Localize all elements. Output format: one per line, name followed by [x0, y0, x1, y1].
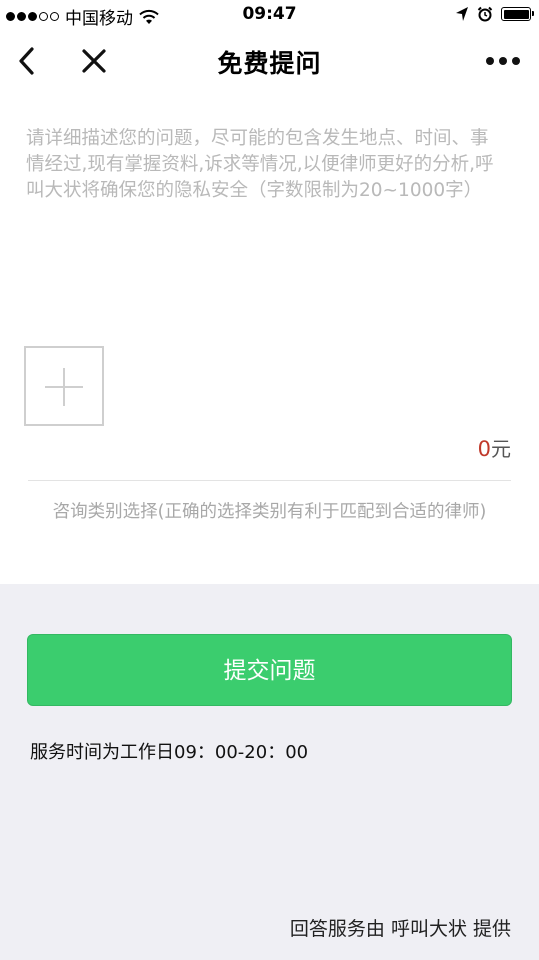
location-arrow-icon — [456, 7, 468, 21]
submit-question-button[interactable]: 提交问题 — [27, 634, 512, 706]
alarm-icon — [477, 6, 493, 22]
add-image-button[interactable] — [24, 346, 104, 426]
question-form: 0元 咨询类别选择(正确的选择类别有利于匹配到合适的律师) — [0, 92, 539, 584]
page-title: 免费提问 — [217, 49, 322, 78]
more-dots-icon[interactable] — [485, 52, 521, 70]
category-select[interactable]: 咨询类别选择(正确的选择类别有利于匹配到合适的律师) — [0, 498, 539, 523]
question-textarea[interactable] — [26, 126, 506, 346]
provider-text: 回答服务由 呼叫大状 提供 — [289, 918, 511, 940]
status-right — [455, 6, 534, 22]
service-hours: 服务时间为工作日09：00-20：00 — [30, 742, 309, 763]
battery-icon — [501, 7, 534, 21]
price-unit: 元 — [491, 437, 511, 461]
price-display: 0元 — [478, 433, 511, 462]
divider — [28, 480, 511, 481]
price-amount: 0 — [477, 437, 491, 461]
status-bar: 中国移动 09:47 — [0, 0, 539, 30]
navigation-bar: 免费提问 — [0, 30, 539, 92]
